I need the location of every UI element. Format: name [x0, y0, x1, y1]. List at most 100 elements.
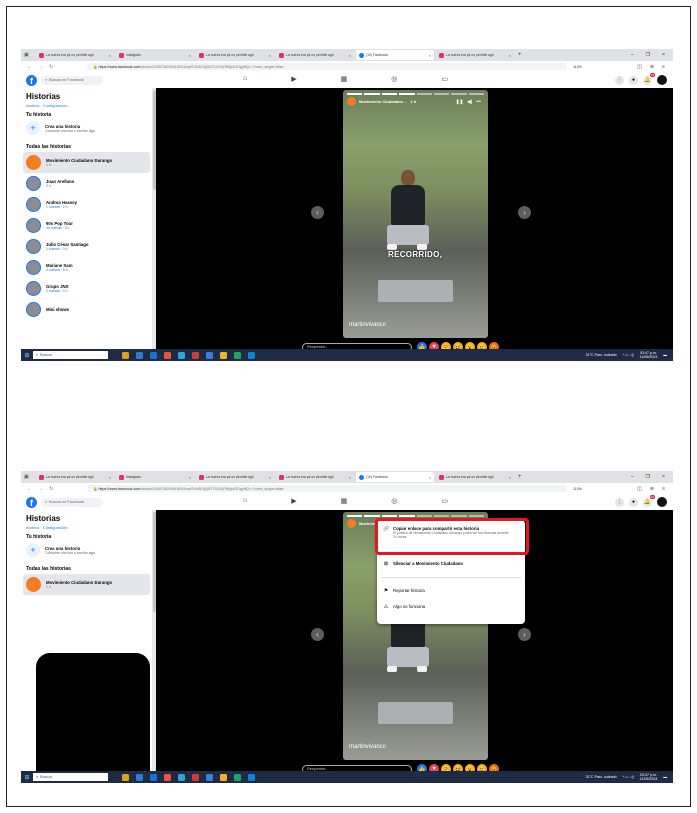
menu-icon[interactable]: ≡	[662, 486, 665, 492]
next-story-button[interactable]: ›	[518, 628, 531, 641]
close-icon[interactable]: ×	[429, 53, 431, 58]
close-icon[interactable]: ×	[189, 475, 191, 480]
close-icon[interactable]: ×	[109, 53, 111, 58]
story-author[interactable]: Movimiento Ciudadano ...	[359, 99, 407, 104]
zoom-level[interactable]: 110%	[573, 65, 582, 69]
close-icon[interactable]: ×	[509, 475, 511, 480]
close-icon[interactable]: ×	[509, 53, 511, 58]
tray-icons[interactable]: ^ ▭ ◁)	[623, 353, 634, 357]
windows-start-icon[interactable]: ⊞	[21, 352, 33, 359]
list-item[interactable]: Juan Arellano 2 h	[23, 173, 150, 194]
facebook-search-input[interactable]: ⌕ Buscar en Facebook	[41, 497, 103, 507]
app-icon[interactable]	[178, 773, 185, 781]
archive-settings-links[interactable]: Archivo · Configuración	[26, 525, 68, 530]
create-story-button[interactable]: + Crea una historia Comparte una foto o e…	[26, 543, 96, 557]
tab-overview-icon[interactable]: ▣	[21, 52, 34, 58]
marketplace-icon[interactable]: ▦	[341, 497, 348, 505]
close-window-icon[interactable]: ×	[662, 474, 665, 480]
app-icon[interactable]	[178, 351, 185, 359]
close-icon[interactable]: ×	[349, 475, 351, 480]
new-tab-button[interactable]: +	[518, 474, 522, 480]
menu-grid-icon[interactable]: ⋮	[615, 497, 624, 507]
close-icon[interactable]: ×	[269, 475, 271, 480]
menu-grid-icon[interactable]: ⋮	[615, 75, 624, 85]
forward-icon[interactable]: →	[38, 486, 43, 492]
forward-icon[interactable]: →	[38, 64, 43, 70]
chrome-icon[interactable]	[220, 773, 227, 781]
browser-tab[interactable]: La nueva era ya no permite agü ×	[276, 50, 354, 60]
app-icon[interactable]	[150, 773, 157, 781]
list-item[interactable]: Movimiento Ciudadano Durango 1 h	[23, 152, 150, 173]
pocket-icon[interactable]: ◫	[637, 486, 642, 492]
app-icon[interactable]	[192, 351, 199, 359]
video-icon[interactable]: ▶	[291, 75, 296, 83]
reload-icon[interactable]: ↻	[49, 64, 53, 70]
taskbar-search-input[interactable]: ⌕ Buscar	[33, 773, 108, 781]
home-icon[interactable]: ⌂	[243, 75, 247, 83]
browser-tab[interactable]: La nueva era ya no permite agü ×	[36, 50, 114, 60]
facebook-logo-icon[interactable]: f	[26, 496, 37, 508]
list-item[interactable]: 90s Pop Tour 34 nuevas · 3 h	[23, 215, 150, 236]
chrome-icon[interactable]	[220, 351, 227, 359]
close-icon[interactable]: ×	[349, 53, 351, 58]
list-item[interactable]: Grupo JNS 2 nuevas · 3 h	[23, 278, 150, 299]
create-story-button[interactable]: + Crea una historia Comparte una foto o e…	[26, 121, 96, 135]
browser-tab[interactable]: La nueva era ya no permite agü ×	[436, 472, 514, 482]
weather-status[interactable]: 31°C Parc. soleado	[586, 353, 617, 357]
explorer-icon[interactable]	[122, 773, 129, 781]
maximize-icon[interactable]: ❐	[646, 52, 650, 58]
back-icon[interactable]: ←	[27, 64, 32, 70]
close-icon[interactable]: ×	[269, 53, 271, 58]
groups-icon[interactable]: ◎	[391, 75, 397, 83]
facebook-logo-icon[interactable]: f	[26, 74, 37, 86]
browser-tab[interactable]: La nueva era ya no permite agü ×	[36, 472, 114, 482]
clock[interactable]: 03:47 p.m. 11/06/2024	[640, 773, 658, 781]
home-icon[interactable]: ⌂	[243, 497, 247, 505]
explorer-icon[interactable]	[122, 351, 129, 359]
weather-status[interactable]: 31°C Parc. soleado	[586, 775, 617, 779]
app-icon[interactable]	[164, 351, 171, 359]
avatar[interactable]	[657, 497, 667, 507]
previous-story-button[interactable]: ‹	[311, 206, 324, 219]
menu-icon[interactable]: ≡	[662, 64, 665, 70]
excel-icon[interactable]	[234, 773, 241, 781]
edge-icon[interactable]	[248, 351, 255, 359]
gaming-icon[interactable]: ▭	[441, 75, 448, 83]
pocket-icon[interactable]: ◫	[637, 64, 642, 70]
new-tab-button[interactable]: +	[518, 52, 522, 58]
maximize-icon[interactable]: ❐	[646, 474, 650, 480]
back-icon[interactable]: ←	[27, 486, 32, 492]
story-card[interactable]: Movimiento Ciudadano ... 1 h ❚❚ ◀) ••• REC…	[343, 90, 488, 338]
close-icon[interactable]: ×	[189, 53, 191, 58]
list-item[interactable]: Movimiento Ciudadano Durango 1 h	[23, 574, 150, 595]
app-icon[interactable]	[150, 351, 157, 359]
browser-tab-active[interactable]: (10) Facebook ×	[356, 472, 434, 482]
minimize-icon[interactable]: –	[631, 52, 634, 58]
archive-settings-links[interactable]: Archivo · Configuración	[26, 103, 68, 108]
browser-tab-active[interactable]: (10) Facebook ×	[356, 50, 434, 60]
url-field[interactable]: 🔒 https://www.facebook.com/stories/10497…	[87, 63, 567, 70]
broken-menu-item[interactable]: ⚠ Algo no funciona	[383, 604, 425, 610]
app-icon[interactable]	[136, 773, 143, 781]
more-options-icon[interactable]: •••	[476, 99, 481, 105]
tray-icons[interactable]: ^ ▭ ◁)	[623, 775, 634, 779]
app-icon[interactable]	[164, 773, 171, 781]
video-icon[interactable]: ▶	[291, 497, 296, 505]
notifications-tray-icon[interactable]: ▬	[663, 353, 667, 357]
report-menu-item[interactable]: ⚑ Reportar historia	[383, 588, 425, 594]
previous-story-button[interactable]: ‹	[311, 628, 324, 641]
messenger-icon[interactable]: ●	[629, 497, 638, 507]
volume-icon[interactable]: ◀)	[467, 99, 472, 105]
minimize-icon[interactable]: –	[631, 474, 634, 480]
windows-start-icon[interactable]: ⊞	[21, 774, 33, 781]
reload-icon[interactable]: ↻	[49, 486, 53, 492]
browser-tab[interactable]: La nueva era ya no permite agü ×	[196, 472, 274, 482]
notifications-icon[interactable]: 🔔 10	[643, 494, 655, 507]
close-icon[interactable]: ×	[109, 475, 111, 480]
zoom-level[interactable]: 110%	[573, 487, 582, 491]
list-item[interactable]: Mariane Sam 4 nuevas · 5 h	[23, 257, 150, 278]
clock[interactable]: 03:47 p.m. 11/06/2024	[640, 351, 658, 359]
notifications-icon[interactable]: 🔔 10	[643, 72, 655, 85]
extensions-icon[interactable]: ⊕	[650, 64, 654, 70]
browser-tab[interactable]: Instagram ×	[116, 50, 194, 60]
